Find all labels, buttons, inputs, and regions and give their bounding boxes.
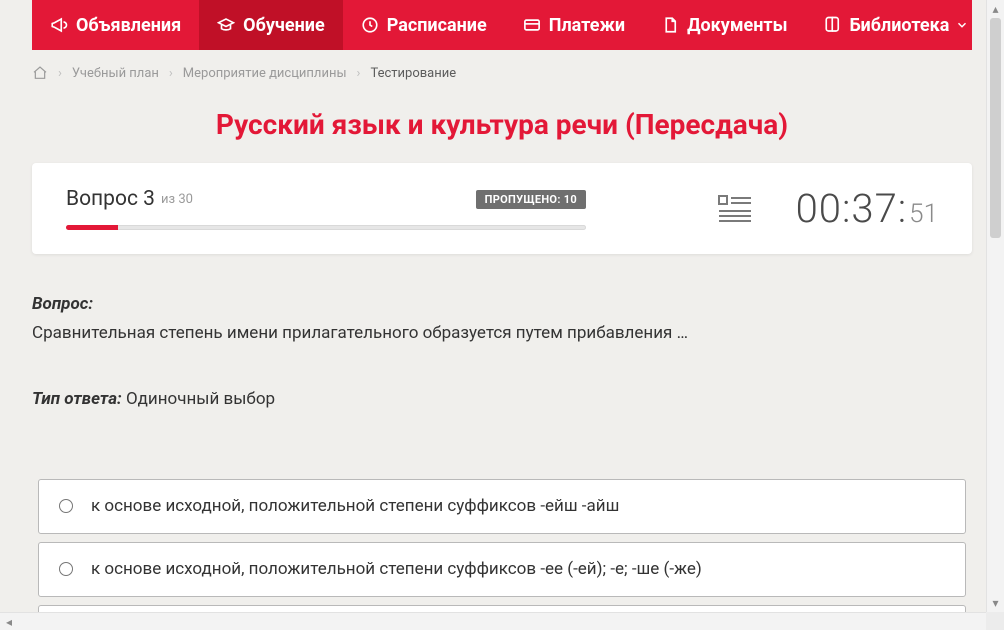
scroll-track[interactable] — [987, 18, 1004, 594]
nav-item-payments[interactable]: Платежи — [505, 0, 643, 50]
scrollbar-corner — [986, 612, 1004, 630]
nav-item-announcements[interactable]: Объявления — [32, 0, 199, 50]
question-total: из 30 — [161, 192, 193, 207]
timer: 00:37:51 — [796, 185, 938, 232]
home-icon[interactable] — [32, 65, 48, 81]
nav-label: Обучение — [243, 15, 325, 36]
top-nav: Объявления Обучение Расписание Платежи — [32, 0, 972, 50]
question-header-card: Вопрос 3 из 30 ПРОПУЩЕНО: 10 — [32, 163, 972, 254]
scroll-thumb[interactable] — [990, 18, 1001, 238]
answer-radio[interactable] — [59, 499, 73, 513]
nav-item-schedule[interactable]: Расписание — [343, 0, 505, 50]
nav-item-education[interactable]: Обучение — [199, 0, 343, 50]
question-body: Вопрос: Сравнительная степень имени прил… — [32, 294, 972, 409]
breadcrumb: › Учебный план › Мероприятие дисциплины … — [32, 50, 972, 96]
question-list-button[interactable] — [718, 195, 752, 223]
horizontal-scrollbar[interactable]: ◂ ▸ — [0, 612, 1004, 630]
chevron-down-icon — [955, 18, 969, 32]
graduation-icon — [217, 16, 235, 34]
scroll-down-arrow[interactable]: ▾ — [992, 594, 998, 612]
answer-options: к основе исходной, положительной степени… — [32, 479, 972, 612]
chevron-right-icon: › — [357, 66, 361, 81]
answer-option-text: к основе исходной, положительной степени… — [91, 496, 619, 516]
answer-radio[interactable] — [59, 562, 73, 576]
nav-label: Объявления — [76, 15, 181, 36]
nav-item-library[interactable]: Библиотека — [806, 0, 988, 50]
nav-item-documents[interactable]: Документы — [643, 0, 805, 50]
timer-seconds: 51 — [909, 199, 938, 229]
breadcrumb-item[interactable]: Мероприятие дисциплины — [183, 66, 347, 81]
progress-bar — [66, 225, 586, 230]
answer-option-text: к основе исходной, положительной степени… — [91, 559, 702, 579]
skipped-badge: ПРОПУЩЕНО: 10 — [476, 190, 586, 209]
chevron-right-icon: › — [58, 66, 62, 81]
answer-option[interactable]: слов наиболее, наименее к основе исходно… — [38, 605, 966, 612]
clock-icon — [361, 16, 379, 34]
answer-option[interactable]: к основе исходной, положительной степени… — [38, 479, 966, 534]
answer-type: Тип ответа: Одиночный выбор — [32, 389, 972, 409]
question-text: Сравнительная степень имени прилагательн… — [32, 322, 972, 345]
book-icon — [824, 16, 842, 34]
vertical-scrollbar[interactable]: ▴ ▾ — [986, 0, 1004, 612]
doc-icon — [661, 16, 679, 34]
scroll-up-arrow[interactable]: ▴ — [992, 0, 998, 18]
page-title: Русский язык и культура речи (Пересдача) — [32, 108, 972, 141]
answer-option[interactable]: к основе исходной, положительной степени… — [38, 542, 966, 597]
nav-label: Библиотека — [850, 15, 950, 36]
question-number-label: Вопрос 3 — [66, 187, 155, 211]
scroll-left-arrow[interactable]: ◂ — [0, 615, 18, 629]
breadcrumb-item[interactable]: Учебный план — [72, 66, 159, 81]
timer-main: 00:37: — [796, 185, 908, 232]
nav-label: Расписание — [387, 15, 487, 36]
card-icon — [523, 16, 541, 34]
breadcrumb-item-current: Тестирование — [370, 66, 456, 81]
nav-label: Платежи — [549, 15, 625, 36]
megaphone-icon — [50, 16, 68, 34]
nav-label: Документы — [687, 15, 787, 36]
question-label: Вопрос: — [32, 294, 972, 314]
chevron-right-icon: › — [169, 66, 173, 81]
